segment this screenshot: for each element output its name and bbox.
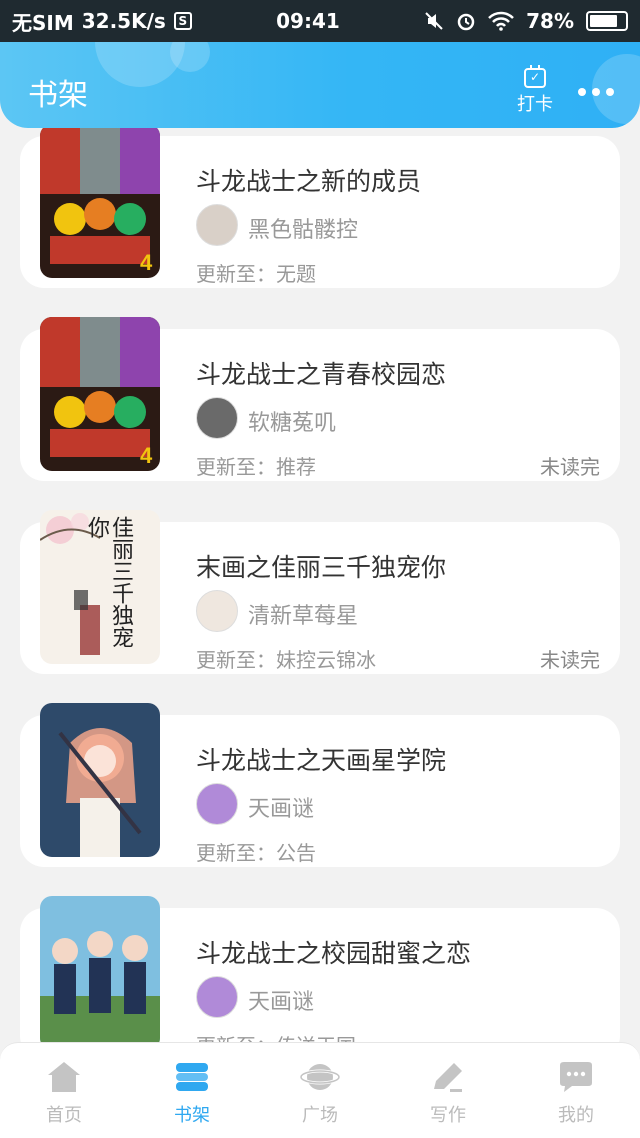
author-name[interactable]: 天画谜 bbox=[248, 984, 314, 1016]
bookshelf-icon bbox=[172, 1059, 212, 1095]
clock: 09:41 bbox=[276, 9, 340, 33]
author-name[interactable]: 黑色骷髅控 bbox=[248, 212, 358, 244]
book-title: 斗龙战士之校园甜蜜之恋 bbox=[196, 939, 472, 968]
read-status: 未读完 bbox=[540, 648, 600, 672]
network-speed: 32.5K/s bbox=[81, 9, 166, 33]
battery-percent: 78% bbox=[526, 9, 574, 33]
tab-square[interactable]: 广场 bbox=[256, 1043, 384, 1138]
bookshelf-list[interactable]: 4 斗龙战士之新的成员 黑色骷髅控 更新至：无题 4 斗龙战士之青春校园恋 软糖菟叽更… bbox=[0, 128, 640, 1042]
book-cover[interactable]: 4 bbox=[40, 317, 160, 471]
more-dot-icon bbox=[578, 88, 586, 96]
tab-write[interactable]: 写作 bbox=[384, 1043, 512, 1138]
status-left: 无SIM 32.5K/s S bbox=[12, 7, 192, 36]
mute-icon bbox=[425, 12, 443, 30]
book-title: 斗龙战士之天画星学院 bbox=[196, 746, 447, 775]
latest-chapter: 更新至：传送王国 bbox=[196, 1030, 356, 1042]
battery-fill bbox=[589, 15, 617, 27]
more-dot-icon bbox=[606, 88, 614, 96]
latest-chapter: 更新至：妹控云锦冰 bbox=[196, 648, 376, 672]
alarm-icon bbox=[457, 13, 475, 31]
book-card[interactable]: 斗龙战士之校园甜蜜之恋天画谜更新至：传送王国 bbox=[20, 896, 620, 1042]
book-title: 斗龙战士之新的成员 bbox=[196, 167, 422, 196]
checkin-button[interactable]: ✓ 打卡 bbox=[512, 65, 558, 116]
book-cover[interactable] bbox=[40, 703, 160, 857]
latest-chapter: 更新至：推荐 bbox=[196, 455, 316, 479]
tab-label: 首页 bbox=[46, 1105, 82, 1126]
planet-icon bbox=[299, 1059, 341, 1095]
bottom-tab-bar: 首页 书架 广场 写作 我的 bbox=[0, 1042, 640, 1138]
more-options-button[interactable] bbox=[578, 88, 614, 96]
app-header: 书架 ✓ 打卡 bbox=[0, 42, 640, 128]
svg-text:4: 4 bbox=[140, 443, 153, 468]
latest-chapter: 更新至：无题 bbox=[196, 262, 316, 286]
sim-status: 无SIM bbox=[12, 10, 74, 35]
book-cover[interactable] bbox=[40, 896, 160, 1042]
book-cover[interactable]: 佳丽三千独宠你 bbox=[40, 510, 160, 664]
checkin-label: 打卡 bbox=[517, 94, 553, 115]
author-name[interactable]: 天画谜 bbox=[248, 791, 314, 823]
author-avatar[interactable] bbox=[196, 204, 238, 246]
tab-bookshelf[interactable]: 书架 bbox=[128, 1043, 256, 1138]
calendar-check-icon: ✓ bbox=[524, 65, 546, 88]
book-card[interactable]: 4 斗龙战士之新的成员黑色骷髅控更新至：无题 bbox=[20, 128, 620, 288]
tab-label: 书架 bbox=[174, 1105, 210, 1126]
wifi-icon bbox=[488, 11, 514, 31]
pen-icon bbox=[428, 1059, 468, 1095]
tab-home[interactable]: 首页 bbox=[0, 1043, 128, 1138]
status-right: 78% bbox=[424, 9, 628, 33]
more-dot-icon bbox=[592, 88, 600, 96]
author-avatar[interactable] bbox=[196, 590, 238, 632]
latest-chapter: 更新至：公告 bbox=[196, 841, 316, 865]
book-cover[interactable]: 4 bbox=[40, 128, 160, 278]
tab-label: 广场 bbox=[302, 1105, 338, 1126]
page-title: 书架 bbox=[28, 78, 88, 113]
tab-label: 我的 bbox=[558, 1105, 594, 1126]
author-name[interactable]: 清新草莓星 bbox=[248, 598, 358, 630]
status-bar: 无SIM 32.5K/s S 09:41 78% bbox=[0, 0, 640, 42]
read-status: 未读完 bbox=[540, 455, 600, 479]
book-cover-text: 佳丽三千独宠你 bbox=[84, 516, 133, 648]
battery-icon bbox=[585, 11, 628, 31]
book-title: 末画之佳丽三千独宠你 bbox=[196, 553, 447, 582]
book-card[interactable]: 斗龙战士之天画星学院天画谜更新至：公告 bbox=[20, 703, 620, 867]
home-icon bbox=[44, 1059, 84, 1095]
chat-icon bbox=[556, 1059, 596, 1095]
book-card[interactable]: 佳丽三千独宠你 末画之佳丽三千独宠你清新草莓星更新至：妹控云锦冰 未读完 bbox=[20, 510, 620, 674]
author-avatar[interactable] bbox=[196, 976, 238, 1018]
svg-text:4: 4 bbox=[140, 250, 153, 275]
author-avatar[interactable] bbox=[196, 397, 238, 439]
tab-label: 写作 bbox=[430, 1105, 466, 1126]
book-title: 斗龙战士之青春校园恋 bbox=[196, 360, 447, 389]
sim-badge-icon: S bbox=[173, 12, 192, 30]
author-avatar[interactable] bbox=[196, 783, 238, 825]
tab-mine[interactable]: 我的 bbox=[512, 1043, 640, 1138]
author-name[interactable]: 软糖菟叽 bbox=[248, 405, 336, 437]
book-card[interactable]: 4 斗龙战士之青春校园恋软糖菟叽更新至：推荐 未读完 bbox=[20, 317, 620, 481]
